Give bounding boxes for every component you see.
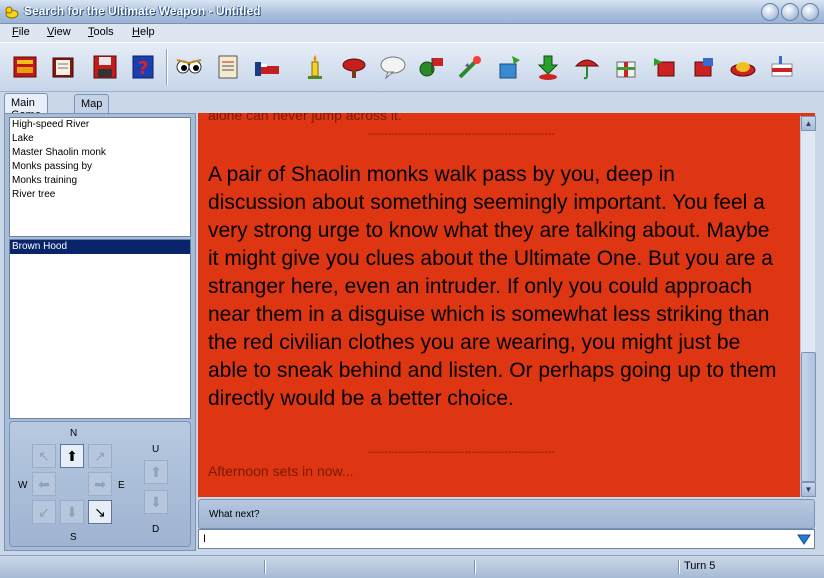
inventory-list[interactable]: Brown Hood bbox=[9, 239, 191, 419]
svg-text:?: ? bbox=[138, 58, 148, 79]
look-eyes-icon[interactable] bbox=[172, 49, 206, 85]
prompt-label: What next? bbox=[209, 509, 260, 520]
candle-icon[interactable] bbox=[298, 49, 332, 85]
submit-arrow-icon[interactable] bbox=[796, 532, 812, 546]
story-scrollbar[interactable]: ▲ ▼ bbox=[800, 116, 816, 497]
west-arrow-icon[interactable]: ⬅ bbox=[32, 472, 56, 496]
close-button[interactable] bbox=[801, 3, 819, 21]
prompt-panel: What next? bbox=[198, 499, 815, 529]
status-bar: Turn 5 bbox=[0, 555, 824, 578]
status-separator bbox=[474, 560, 476, 574]
compass-up-label: U bbox=[152, 444, 160, 455]
give-icon[interactable] bbox=[648, 49, 682, 85]
list-item[interactable]: Brown Hood bbox=[10, 240, 190, 254]
toolbar-separator bbox=[166, 49, 168, 85]
story-text: A pair of Shaolin monks walk pass by you… bbox=[208, 163, 777, 410]
drop-icon[interactable] bbox=[531, 49, 565, 85]
talk-bubble-icon[interactable] bbox=[376, 49, 410, 85]
list-item[interactable]: Master Shaolin monk bbox=[10, 146, 190, 160]
flag-icon[interactable] bbox=[414, 49, 448, 85]
compass-panel: N S W E U D ↖ ⬆ ↗ ⬅ ➡ ↙ ⬇ ↘ ⬆ ⬇ bbox=[9, 421, 191, 547]
list-item[interactable]: High-speed River bbox=[10, 118, 190, 132]
southwest-arrow-icon[interactable]: ↙ bbox=[32, 500, 56, 524]
story-time-text: Afternoon sets in now... bbox=[208, 463, 354, 479]
story-divider: ----------------------------------------… bbox=[368, 447, 555, 458]
compass-west-label: W bbox=[18, 480, 28, 491]
inventory-icon[interactable] bbox=[211, 49, 245, 85]
objects-list[interactable]: High-speed River Lake Master Shaolin mon… bbox=[9, 117, 191, 237]
maximize-button[interactable] bbox=[781, 3, 799, 21]
story-panel: alone can never jump across it. --------… bbox=[198, 113, 815, 497]
save-disk-icon[interactable] bbox=[88, 49, 122, 85]
left-panel: High-speed River Lake Master Shaolin mon… bbox=[4, 113, 196, 551]
compass-down-label: D bbox=[152, 524, 160, 535]
compass-south-label: S bbox=[70, 532, 77, 543]
up-arrow-icon[interactable]: ⬆ bbox=[144, 460, 168, 484]
list-item[interactable]: Monks passing by bbox=[10, 160, 190, 174]
tab-main-game[interactable]: Main Game bbox=[4, 93, 48, 121]
list-item[interactable]: Lake bbox=[10, 132, 190, 146]
menu-tools[interactable]: Tools bbox=[88, 26, 114, 38]
spellbook-icon[interactable] bbox=[8, 49, 42, 85]
east-arrow-icon[interactable]: ➡ bbox=[88, 472, 112, 496]
turn-counter: Turn 5 bbox=[684, 560, 716, 572]
tab-map[interactable]: Map bbox=[74, 94, 110, 113]
notebook-icon[interactable] bbox=[46, 49, 80, 85]
status-separator bbox=[678, 560, 680, 574]
compass-north-label: N bbox=[70, 428, 78, 439]
scroll-up-icon[interactable]: ▲ bbox=[801, 116, 816, 131]
title-bar: Search for the Ultimate Weapon - Untitle… bbox=[0, 0, 824, 24]
scroll-thumb[interactable] bbox=[801, 352, 816, 482]
meat-icon[interactable] bbox=[337, 49, 371, 85]
southeast-arrow-icon[interactable]: ↘ bbox=[88, 500, 112, 524]
magic-wand-icon[interactable] bbox=[453, 49, 487, 85]
menu-view[interactable]: View bbox=[47, 26, 71, 38]
northeast-arrow-icon[interactable]: ↗ bbox=[88, 444, 112, 468]
put-box-icon[interactable] bbox=[492, 49, 526, 85]
take-icon[interactable] bbox=[687, 49, 721, 85]
command-input[interactable] bbox=[198, 529, 815, 549]
duck-app-icon bbox=[5, 6, 19, 19]
story-divider: ----------------------------------------… bbox=[368, 129, 555, 140]
down-arrow-icon[interactable]: ⬇ bbox=[144, 490, 168, 514]
story-previous-text: alone can never jump across it. bbox=[208, 113, 402, 123]
window-title: Search for the Ultimate Weapon - Untitle… bbox=[24, 4, 261, 18]
north-arrow-icon[interactable]: ⬆ bbox=[60, 444, 84, 468]
minimize-button[interactable] bbox=[761, 3, 779, 21]
menu-bar: File View Tools Help bbox=[0, 24, 824, 42]
south-arrow-icon[interactable]: ⬇ bbox=[60, 500, 84, 524]
compass-east-label: E bbox=[118, 480, 125, 491]
umbrella-icon[interactable] bbox=[570, 49, 604, 85]
help-icon[interactable]: ? bbox=[126, 49, 160, 85]
northwest-arrow-icon[interactable]: ↖ bbox=[32, 444, 56, 468]
toolbar: ? bbox=[0, 42, 824, 92]
status-separator bbox=[264, 560, 266, 574]
menu-help[interactable]: Help bbox=[132, 26, 155, 38]
list-item[interactable]: River tree bbox=[10, 188, 190, 202]
gift-icon[interactable] bbox=[609, 49, 643, 85]
cake-icon[interactable] bbox=[765, 49, 799, 85]
scroll-down-icon[interactable]: ▼ bbox=[801, 482, 816, 497]
bed-icon[interactable] bbox=[250, 49, 284, 85]
hat-icon[interactable] bbox=[726, 49, 760, 85]
menu-file[interactable]: File bbox=[12, 26, 30, 38]
list-item[interactable]: Monks training bbox=[10, 174, 190, 188]
